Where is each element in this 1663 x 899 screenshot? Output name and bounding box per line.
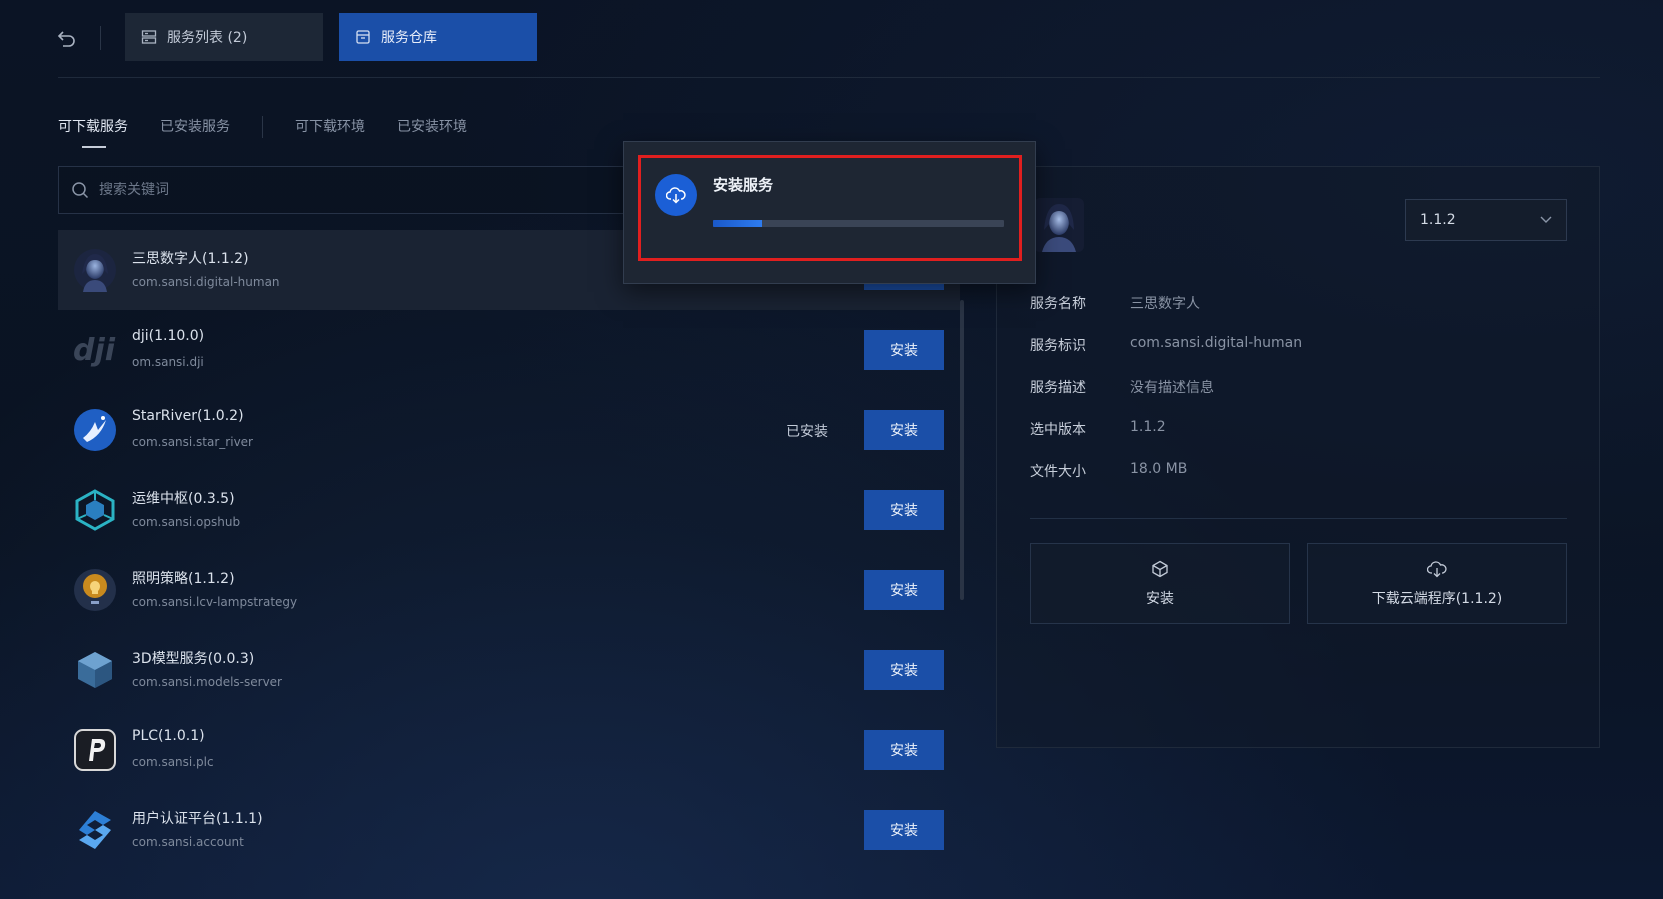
install-button[interactable]: 安装 [864, 730, 944, 770]
list-scrollbar[interactable] [960, 300, 964, 600]
undo-icon [57, 31, 75, 47]
detail-label-name: 服务名称 [1030, 296, 1086, 312]
package-icon [1152, 560, 1168, 577]
service-name: 运维中枢(0.3.5) [132, 491, 235, 507]
dji-logo-icon: dji [72, 327, 118, 373]
service-row-opshub[interactable]: 运维中枢(0.3.5) com.sansi.opshub 安装 [58, 470, 960, 550]
detail-value-size: 18.0 MB [1130, 461, 1188, 477]
install-button[interactable]: 安装 [864, 410, 944, 450]
tab-service-repository[interactable]: 服务仓库 [339, 13, 537, 61]
service-row-plc[interactable]: PLC(1.0.1) com.sansi.plc 安装 [58, 710, 960, 790]
service-package: com.sansi.account [132, 835, 244, 849]
svg-text:dji: dji [73, 333, 116, 368]
opshub-cube-icon [72, 487, 118, 533]
dialog-highlight-box [638, 155, 1022, 261]
star-river-logo-icon [72, 407, 118, 453]
plc-logo-icon [72, 727, 118, 773]
lamp-strategy-icon [72, 567, 118, 613]
detail-download-button[interactable]: 下载云端程序(1.1.2) [1307, 543, 1567, 624]
installed-status: 已安装 [786, 424, 828, 440]
detail-download-label: 下载云端程序(1.1.2) [1371, 590, 1503, 607]
detail-value-desc: 没有描述信息 [1130, 380, 1214, 396]
service-package: com.sansi.lcv-lampstrategy [132, 595, 298, 609]
cloud-download-icon [1427, 560, 1447, 577]
back-button[interactable] [52, 24, 82, 54]
install-button[interactable]: 安装 [864, 810, 944, 850]
version-select-value: 1.1.2 [1420, 212, 1456, 228]
service-name: 三思数字人(1.1.2) [132, 251, 249, 267]
subtab-active-indicator [82, 146, 106, 148]
detail-label-version: 选中版本 [1030, 422, 1086, 438]
search-box[interactable] [58, 166, 628, 214]
service-row-account[interactable]: 用户认证平台(1.1.1) com.sansi.account 安装 [58, 790, 960, 870]
subtab-installed-services[interactable]: 已安装服务 [160, 116, 230, 136]
digital-human-avatar [72, 247, 118, 293]
install-button[interactable]: 安装 [864, 650, 944, 690]
cloud-download-icon [655, 174, 697, 216]
subtab-downloadable-services[interactable]: 可下载服务 [58, 116, 128, 136]
detail-label-desc: 服务描述 [1030, 380, 1086, 396]
install-button[interactable]: 安装 [864, 490, 944, 530]
service-package: om.sansi.dji [132, 355, 204, 369]
chevron-down-icon [1540, 216, 1552, 223]
service-name: 照明策略(1.1.2) [132, 571, 235, 587]
tab-service-repository-label: 服务仓库 [381, 30, 437, 46]
service-name: dji(1.10.0) [132, 328, 205, 344]
tab-service-list-label: 服务列表 (2) [167, 30, 248, 46]
install-progress-fill [713, 220, 763, 227]
service-package: com.sansi.digital-human [132, 275, 280, 289]
detail-value-version: 1.1.2 [1130, 419, 1166, 435]
service-package: com.sansi.opshub [132, 515, 241, 529]
header-divider [58, 77, 1600, 78]
detail-value-id: com.sansi.digital-human [1130, 335, 1303, 351]
install-button[interactable]: 安装 [864, 330, 944, 370]
detail-label-id: 服务标识 [1030, 338, 1086, 354]
service-name: PLC(1.0.1) [132, 728, 205, 744]
service-row-starriver[interactable]: StarRiver(1.0.2) com.sansi.star_river 已安… [58, 390, 960, 470]
detail-value-name: 三思数字人 [1130, 296, 1200, 312]
service-name: 用户认证平台(1.1.1) [132, 811, 263, 827]
service-name: 3D模型服务(0.0.3) [132, 651, 255, 667]
version-select[interactable]: 1.1.2 [1405, 199, 1567, 241]
service-detail-panel [996, 166, 1600, 748]
dialog-title: 安装服务 [713, 176, 774, 194]
tab-service-list[interactable]: 服务列表 (2) [125, 13, 323, 61]
server-list-icon [141, 30, 157, 44]
3d-model-cube-icon [72, 647, 118, 693]
search-input[interactable] [99, 182, 579, 198]
subtab-separator [262, 116, 263, 138]
account-logo-icon [72, 807, 118, 853]
subtab-downloadable-environments[interactable]: 可下载环境 [295, 116, 365, 136]
detail-install-button[interactable]: 安装 [1030, 543, 1290, 624]
detail-label-size: 文件大小 [1030, 464, 1086, 480]
search-icon [72, 182, 89, 199]
install-button[interactable]: 安装 [864, 570, 944, 610]
repository-icon [356, 30, 370, 44]
top-divider [100, 26, 101, 50]
detail-divider [1030, 518, 1567, 519]
service-package: com.sansi.models-server [132, 675, 282, 689]
detail-install-label: 安装 [1146, 590, 1174, 607]
subtab-installed-environments[interactable]: 已安装环境 [397, 116, 467, 136]
service-row-3d-models[interactable]: 3D模型服务(0.0.3) com.sansi.models-server 安装 [58, 630, 960, 710]
detail-avatar [1034, 198, 1084, 252]
service-list: 三思数字人(1.1.2) com.sansi.digital-human 安装 … [58, 230, 960, 850]
service-row-lampstrategy[interactable]: 照明策略(1.1.2) com.sansi.lcv-lampstrategy 安… [58, 550, 960, 630]
service-name: StarRiver(1.0.2) [132, 408, 244, 424]
service-row-dji[interactable]: dji dji(1.10.0) om.sansi.dji 安装 [58, 310, 960, 390]
install-progress-bar [713, 220, 1004, 227]
service-package: com.sansi.star_river [132, 435, 253, 449]
service-package: com.sansi.plc [132, 755, 214, 769]
